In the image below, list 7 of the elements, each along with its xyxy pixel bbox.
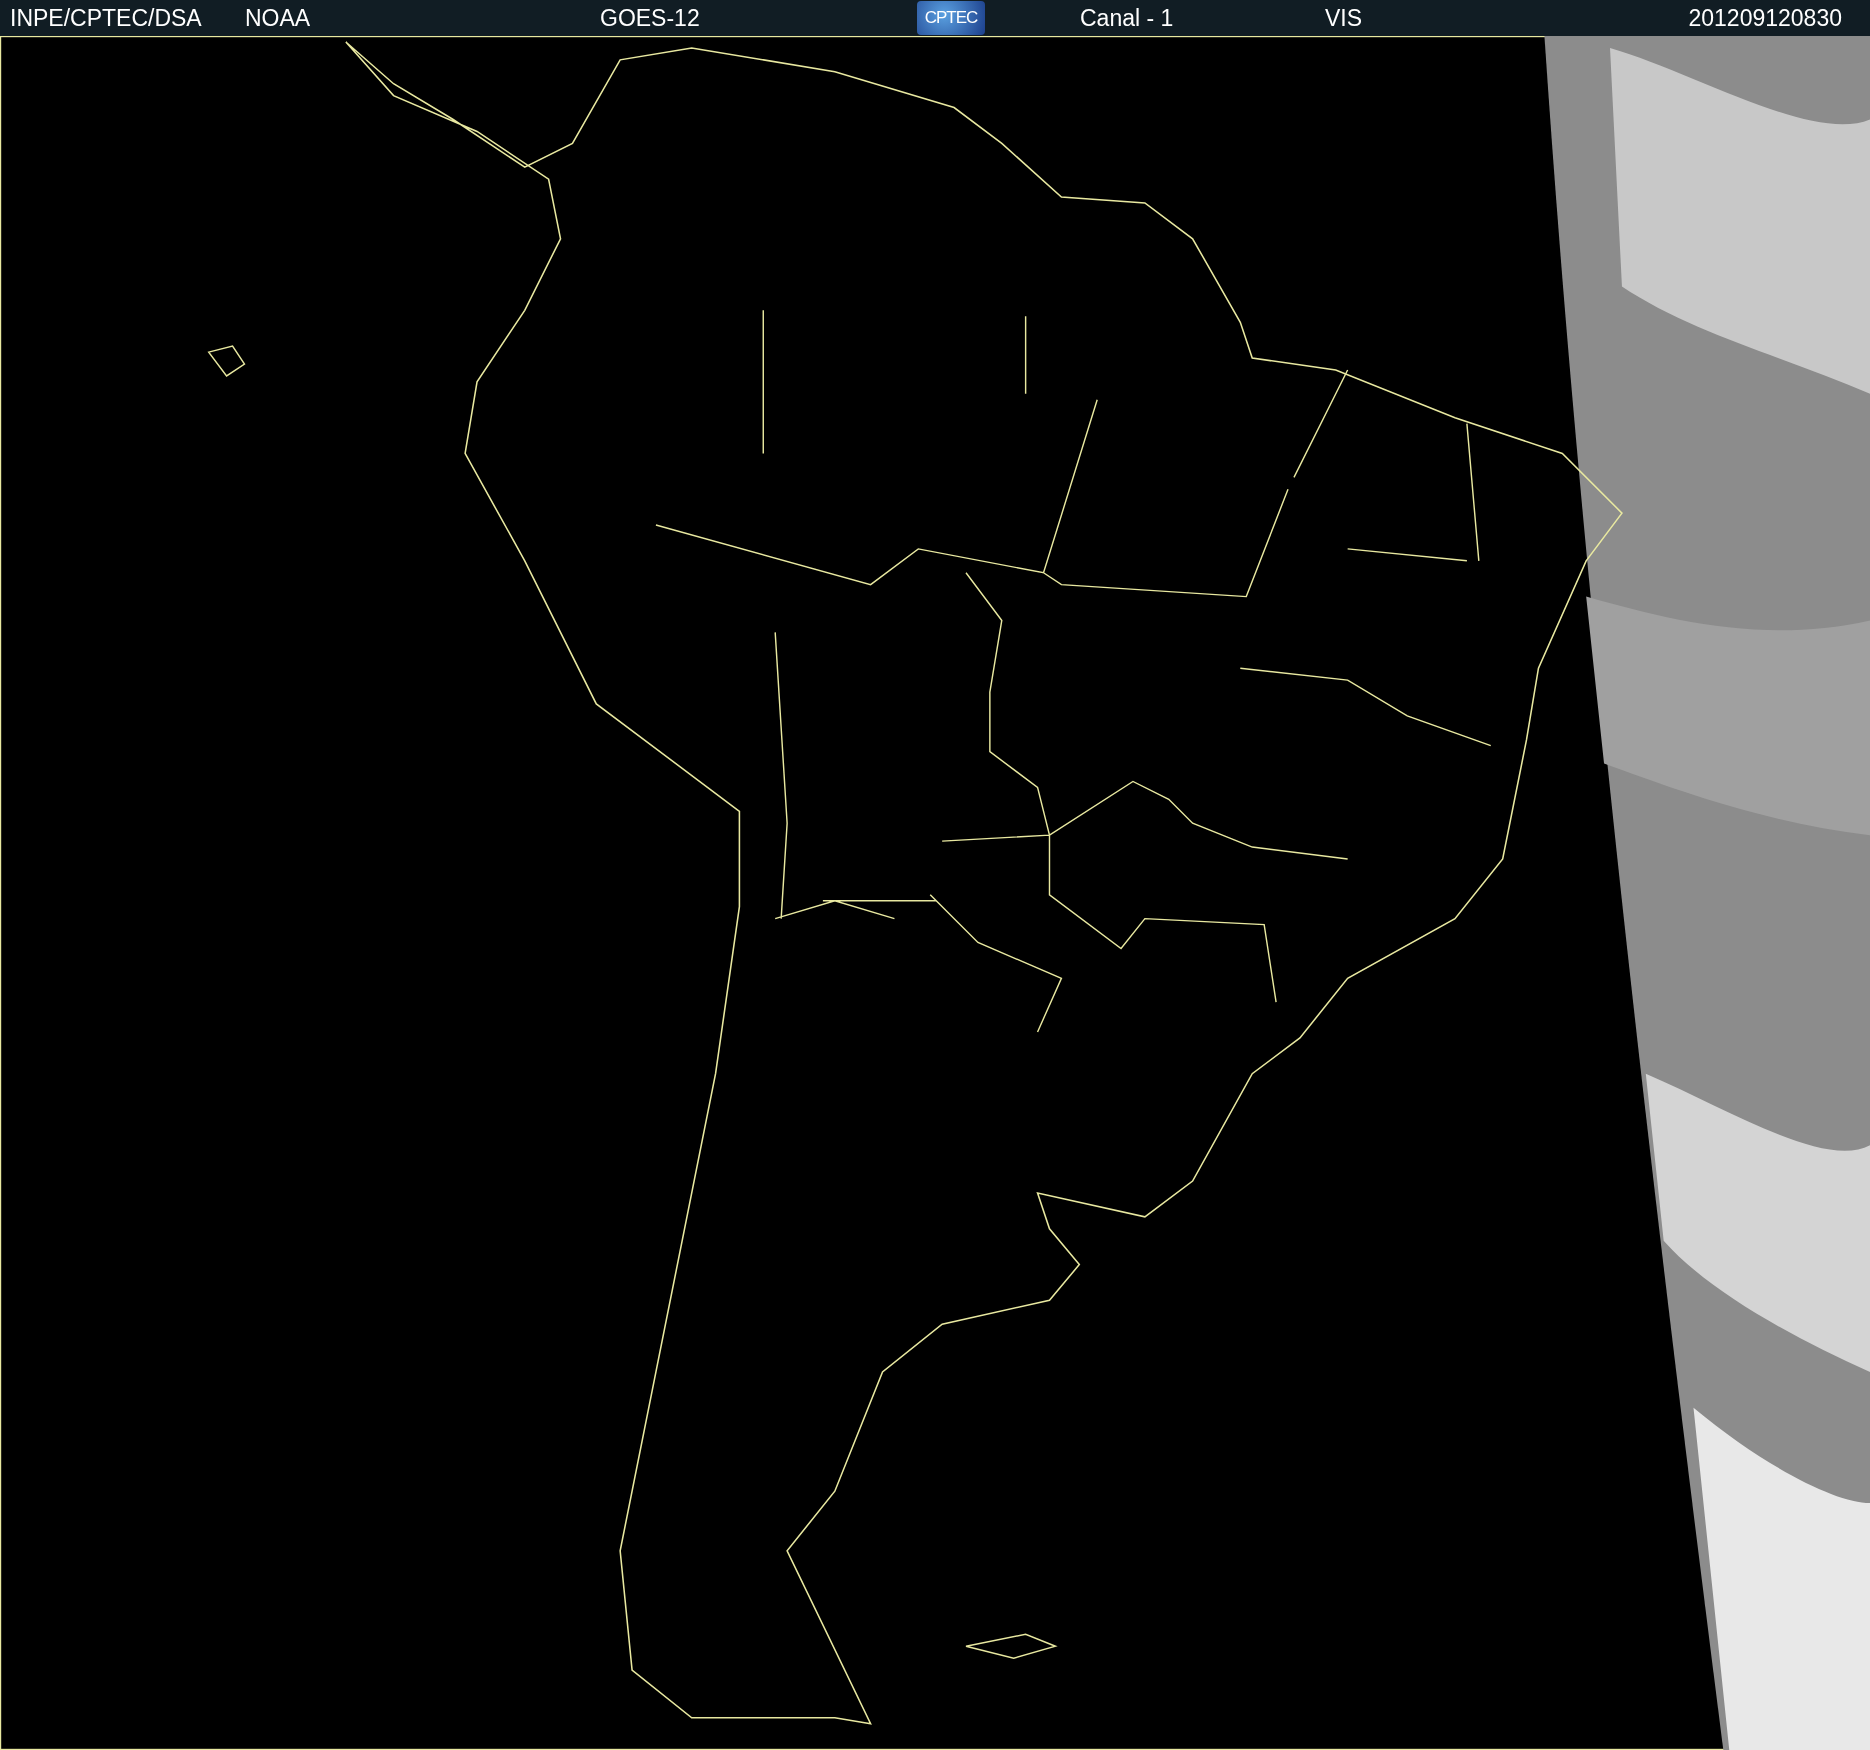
source-label: NOAA <box>245 6 312 30</box>
logo: CPTEC <box>917 1 985 35</box>
satellite-label: GOES-12 <box>600 6 701 30</box>
timestamp: 201209120830 <box>1688 6 1843 30</box>
channel-label: Canal - 1 <box>1080 6 1175 30</box>
band-label: VIS <box>1325 6 1364 30</box>
agency-label: INPE/CPTEC/DSA <box>10 6 203 30</box>
